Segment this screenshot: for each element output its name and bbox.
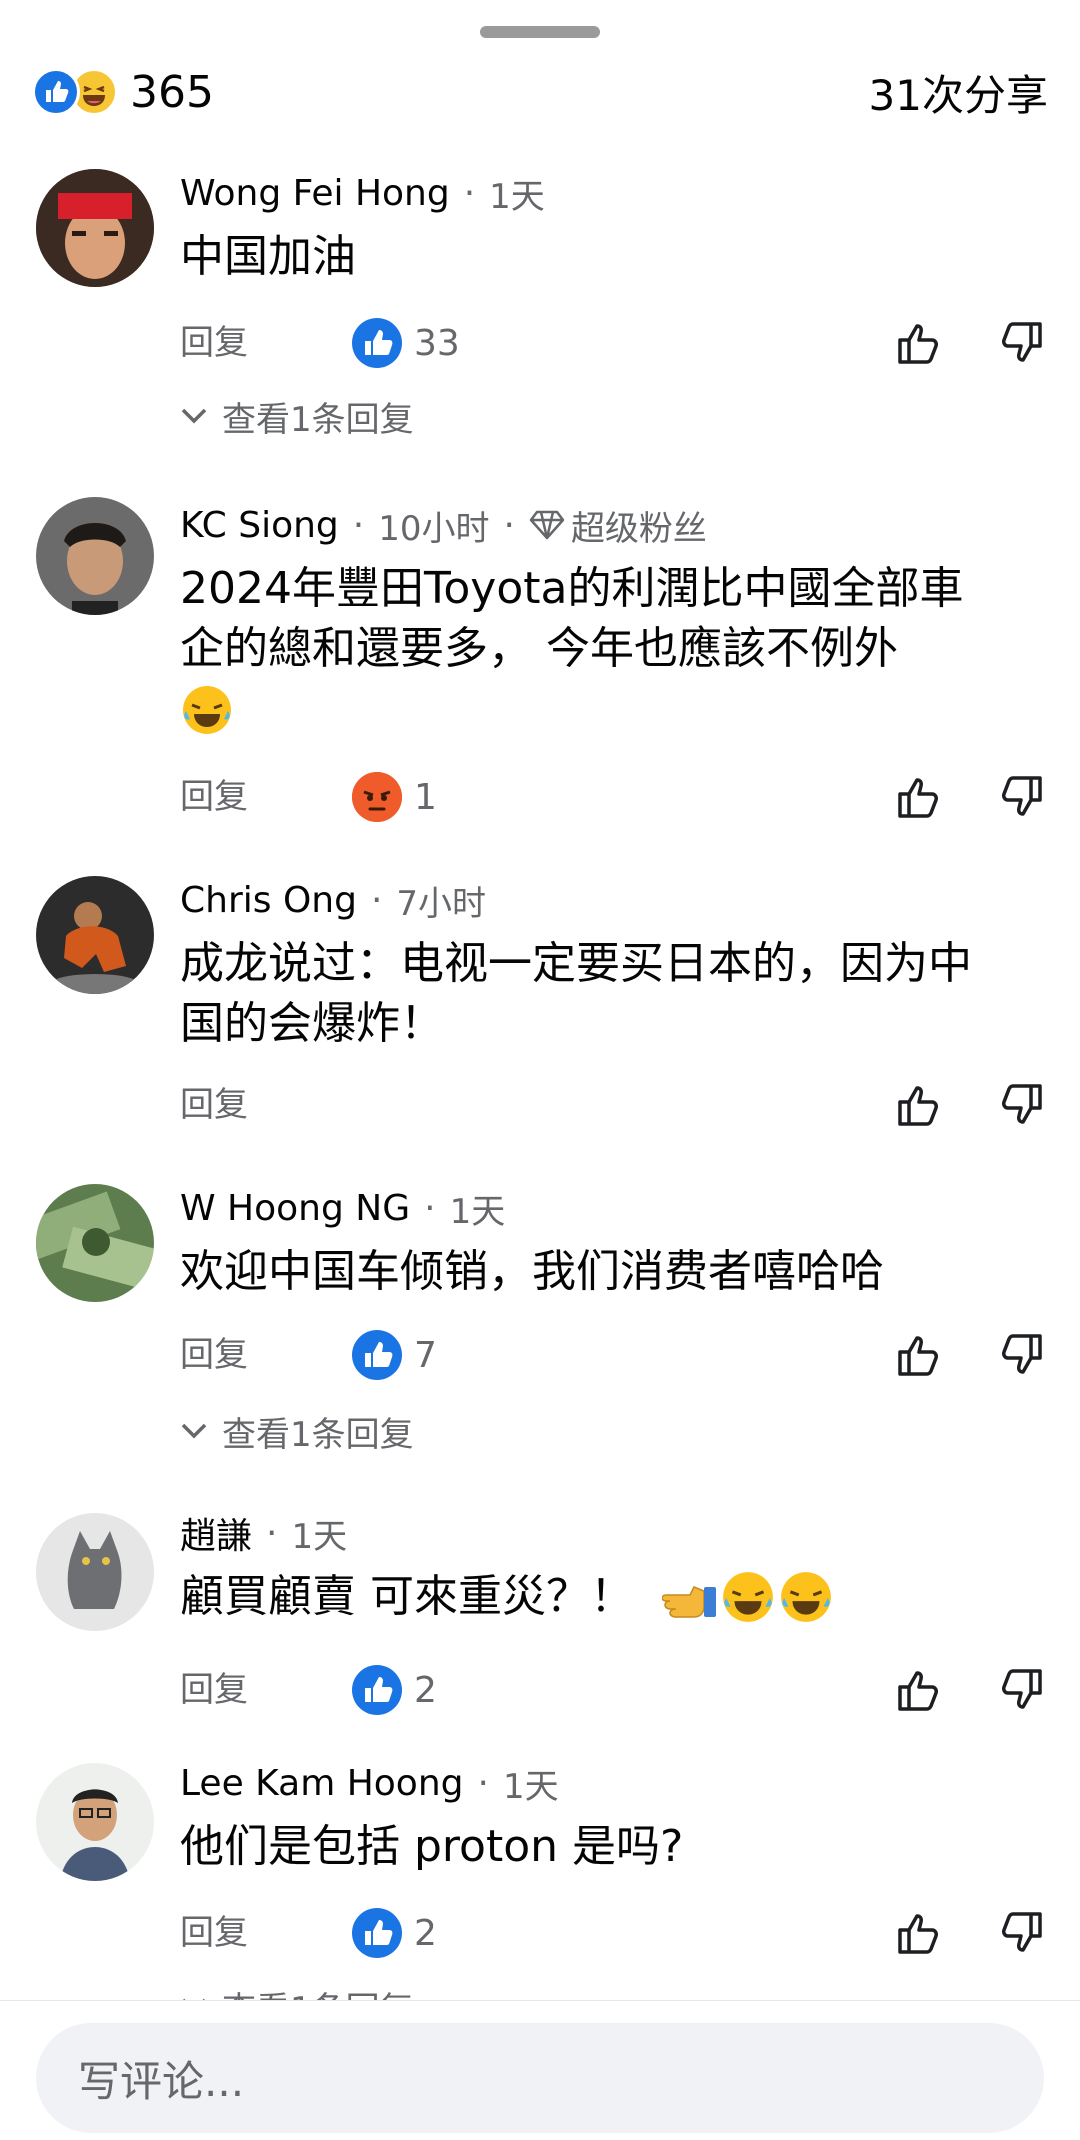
comment-time: 1天 bbox=[502, 1766, 559, 1807]
thumbs-down-icon[interactable] bbox=[990, 313, 1050, 373]
comment-input[interactable]: 写评论... bbox=[36, 2023, 1044, 2133]
comment-composer-bar: 写评论... bbox=[0, 2000, 1080, 2140]
thumbs-up-icon[interactable] bbox=[890, 767, 950, 827]
avatar[interactable] bbox=[36, 169, 154, 287]
comment-text: 他们是包括 proton 是吗? bbox=[180, 1821, 684, 1872]
comment-reactions[interactable]: 7 bbox=[352, 1330, 437, 1380]
avatar[interactable] bbox=[36, 497, 154, 615]
comment-time: 1天 bbox=[489, 176, 545, 217]
like-icon bbox=[352, 1665, 402, 1715]
thumbs-down-icon[interactable] bbox=[990, 767, 1050, 827]
view-replies-button[interactable]: 查看1条回复 bbox=[180, 391, 414, 441]
thumbs-up-icon[interactable] bbox=[890, 313, 950, 373]
reaction-count: 1 bbox=[414, 776, 437, 818]
chevron-down-icon bbox=[181, 408, 207, 424]
reaction-count: 7 bbox=[414, 1334, 437, 1376]
comment-reactions[interactable]: 2 bbox=[352, 1665, 437, 1715]
avatar[interactable] bbox=[36, 876, 154, 994]
chevron-down-icon bbox=[181, 1423, 207, 1439]
like-icon bbox=[352, 1330, 402, 1380]
comment-text: 2024年豐田Toyota的利潤比中國全部車 企的總和還要多， 今年也應該不例外 bbox=[180, 559, 1050, 739]
thumbs-down-icon[interactable] bbox=[990, 1325, 1050, 1385]
reaction-count: 2 bbox=[414, 1912, 437, 1954]
comment-text: 顧買顧賣 可來重災？！ bbox=[180, 1567, 1050, 1627]
reply-button[interactable]: 回复 bbox=[180, 1075, 248, 1135]
comment-item: 趙謙 · 1天 顧買顧賣 可來重災？！ 回复 2 bbox=[0, 1505, 1080, 1720]
laughing-crying-emoji bbox=[180, 679, 1050, 739]
avatar[interactable] bbox=[36, 1513, 154, 1631]
thumbs-up-icon[interactable] bbox=[890, 1075, 950, 1135]
comment-text: 中国加油 bbox=[180, 231, 356, 282]
comment-time: 1天 bbox=[449, 1191, 506, 1232]
comment-author[interactable]: Chris Ong bbox=[180, 880, 357, 921]
drag-handle[interactable] bbox=[480, 26, 600, 38]
reply-button[interactable]: 回复 bbox=[180, 767, 248, 827]
reaction-summary[interactable]: 365 bbox=[32, 67, 214, 118]
comment-item: Chris Ong · 7小时 成龙说过：电视一定要买日本的，因为中 国的会爆炸… bbox=[0, 872, 1080, 1132]
like-icon bbox=[352, 318, 402, 368]
comment-item: W Hoong NG · 1天 欢迎中国车倾销，我们消费者嘻哈哈 回复 7 查看… bbox=[0, 1180, 1080, 1470]
reply-button[interactable]: 回复 bbox=[180, 1660, 248, 1720]
avatar[interactable] bbox=[36, 1184, 154, 1302]
view-replies-button[interactable]: 查看1条回复 bbox=[180, 1406, 414, 1456]
laughing-crying-emoji bbox=[778, 1569, 834, 1625]
reaction-count: 2 bbox=[414, 1669, 437, 1711]
thumbs-up-icon[interactable] bbox=[890, 1325, 950, 1385]
laughing-crying-emoji bbox=[720, 1569, 776, 1625]
like-reaction-icon bbox=[32, 68, 80, 116]
thumbs-up-icon[interactable] bbox=[890, 1660, 950, 1720]
comment-author[interactable]: KC Siong bbox=[180, 505, 339, 546]
comment-author[interactable]: Wong Fei Hong bbox=[180, 173, 450, 214]
share-count[interactable]: 31次分享 bbox=[869, 62, 1048, 123]
diamond-icon bbox=[529, 510, 565, 540]
reaction-count: 365 bbox=[130, 66, 214, 118]
reply-button[interactable]: 回复 bbox=[180, 1903, 248, 1963]
thumbs-down-icon[interactable] bbox=[990, 1660, 1050, 1720]
thumbs-down-icon[interactable] bbox=[990, 1903, 1050, 1963]
post-summary: 365 31次分享 bbox=[32, 62, 1048, 122]
reply-button[interactable]: 回复 bbox=[180, 1325, 248, 1385]
like-icon bbox=[352, 1908, 402, 1958]
comment-author[interactable]: W Hoong NG bbox=[180, 1188, 410, 1229]
comment-author[interactable]: 趙謙 bbox=[180, 1507, 252, 1559]
comment-reactions[interactable]: 33 bbox=[352, 318, 460, 368]
comment-author[interactable]: Lee Kam Hoong bbox=[180, 1763, 464, 1804]
comments-sheet: 365 31次分享 Wong Fei Hong · 1天 中国加油 回复 33 bbox=[0, 0, 1080, 2140]
comment-item: Lee Kam Hoong · 1天 他们是包括 proton 是吗? 回复 2 bbox=[0, 1755, 1080, 2030]
pointing-hand-emoji bbox=[661, 1571, 718, 1623]
comment-item: KC Siong · 10小时 · 超级粉丝 2024年豐田Toyota的利潤比… bbox=[0, 497, 1080, 842]
thumbs-up-icon[interactable] bbox=[890, 1903, 950, 1963]
comment-reactions[interactable]: 1 bbox=[352, 772, 437, 822]
avatar[interactable] bbox=[36, 1763, 154, 1881]
reply-button[interactable]: 回复 bbox=[180, 313, 248, 373]
reaction-count: 33 bbox=[414, 322, 460, 364]
comment-time: 1天 bbox=[291, 1516, 348, 1557]
comment-text: 成龙说过：电视一定要买日本的，因为中 国的会爆炸！ bbox=[180, 938, 972, 1049]
comment-text: 欢迎中国车倾销，我们消费者嘻哈哈 bbox=[180, 1246, 884, 1297]
comment-reactions[interactable]: 2 bbox=[352, 1908, 437, 1958]
comment-time: 7小时 bbox=[396, 883, 487, 924]
angry-icon bbox=[352, 772, 402, 822]
comment-time: 10小时 bbox=[378, 508, 490, 549]
thumbs-down-icon[interactable] bbox=[990, 1075, 1050, 1135]
top-fan-badge: 超级粉丝 bbox=[529, 501, 707, 550]
comment-item: Wong Fei Hong · 1天 中国加油 回复 33 查看1条回复 bbox=[0, 165, 1080, 455]
